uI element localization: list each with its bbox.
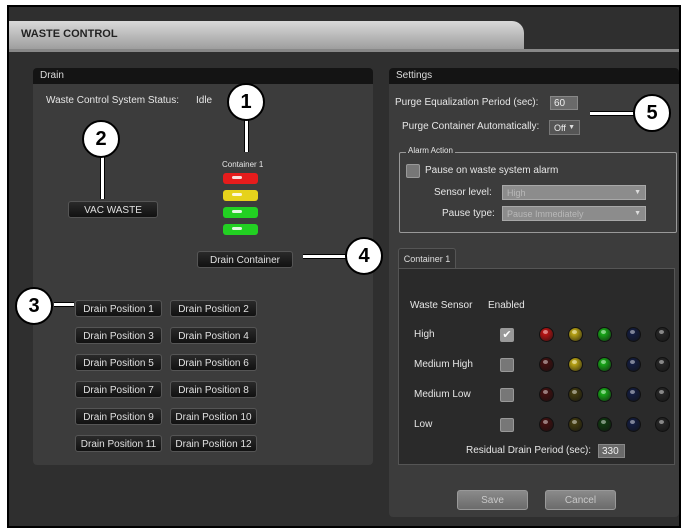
title-tab: WASTE CONTROL [9,21,524,49]
purge-auto-value: Off [554,123,566,133]
settings-panel-header: Settings [389,68,679,84]
callout-2-leader [100,155,105,199]
drain-position-button[interactable]: Drain Position 2 [170,300,257,317]
purge-period-input[interactable]: 60 [550,96,578,110]
drain-position-button[interactable]: Drain Position 6 [170,354,257,371]
sensor-enabled-checkbox[interactable]: ✔ [500,328,514,342]
callout-5: 5 [633,94,671,132]
status-label: Waste Control System Status: [46,95,180,106]
sensor-indicator-dot [655,417,670,432]
pause-type-label: Pause type: [442,208,495,219]
enabled-column-header: Enabled [488,300,525,311]
drain-panel-header: Drain [33,68,373,84]
sensor-indicator-dot [568,357,583,372]
chevron-down-icon: ▼ [634,189,641,196]
drain-position-button[interactable]: Drain Position 9 [75,408,162,425]
sensor-indicator-dot [655,387,670,402]
sensor-indicator-dot [539,387,554,402]
container-level-led [223,173,258,184]
callout-1: 1 [227,83,265,121]
sensor-indicator-dot [597,387,612,402]
sensor-indicator-dot [568,417,583,432]
drain-position-button[interactable]: Drain Position 7 [75,381,162,398]
save-button[interactable]: Save [457,490,528,510]
sensor-name: High [414,329,435,340]
sensor-indicator-dot [655,357,670,372]
drain-position-button[interactable]: Drain Position 4 [170,327,257,344]
sensor-indicator-dot [539,417,554,432]
residual-drain-label: Residual Drain Period (sec): [466,445,592,456]
pause-type-select[interactable]: Pause Immediately ▼ [502,206,646,221]
vac-waste-button[interactable]: VAC WASTE [68,201,158,218]
sensor-enabled-checkbox[interactable] [500,418,514,432]
tab-container-1[interactable]: Container 1 [398,248,456,269]
pause-on-alarm-checkbox[interactable] [406,164,420,178]
purge-auto-label: Purge Container Automatically: [402,121,540,132]
sensor-enabled-checkbox[interactable] [500,388,514,402]
waste-control-window: WASTE CONTROL Drain Waste Control System… [7,5,681,528]
drain-position-button[interactable]: Drain Position 12 [170,435,257,452]
settings-panel: Settings Purge Equalization Period (sec)… [389,68,679,517]
sensor-name: Medium High [414,359,473,370]
callout-2: 2 [82,120,120,158]
drain-container-button[interactable]: Drain Container [197,251,293,268]
drain-position-button[interactable]: Drain Position 11 [75,435,162,452]
sensor-indicator-dot [626,357,641,372]
drain-panel-title: Drain [40,70,64,81]
chevron-down-icon: ▼ [634,210,641,217]
sensor-name: Medium Low [414,389,471,400]
drain-position-button[interactable]: Drain Position 8 [170,381,257,398]
residual-drain-input[interactable]: 330 [598,444,625,458]
container-level-led [223,207,258,218]
container-level-led [223,190,258,201]
pause-type-value: Pause Immediately [507,209,584,219]
drain-position-button[interactable]: Drain Position 1 [75,300,162,317]
settings-panel-title: Settings [396,70,433,81]
sensor-indicator-dot [626,417,641,432]
drain-position-button[interactable]: Drain Position 10 [170,408,257,425]
container-label: Container 1 [222,160,264,169]
window-title: WASTE CONTROL [21,28,118,40]
callout-3: 3 [15,287,53,325]
sensor-name: Low [414,419,433,430]
drain-position-button[interactable]: Drain Position 3 [75,327,162,344]
sensor-indicator-dot [568,327,583,342]
sensor-indicator-dot [539,327,554,342]
sensor-indicator-dot [597,357,612,372]
sensor-indicator-dot [539,357,554,372]
cancel-button[interactable]: Cancel [545,490,616,510]
waste-sensor-column-header: Waste Sensor [410,300,473,311]
purge-period-label: Purge Equalization Period (sec): [395,97,539,108]
container-level-indicator [223,173,259,239]
sensor-indicator-dot [597,417,612,432]
pause-on-alarm-label: Pause on waste system alarm [425,165,559,176]
chevron-down-icon: ▼ [568,124,575,131]
container-level-led [223,224,258,235]
sensor-indicator-dot [626,327,641,342]
purge-auto-select[interactable]: Off ▼ [549,120,580,135]
callout-1-leader [244,120,249,152]
sensor-indicator-dot [597,327,612,342]
sensor-indicator-dot [655,327,670,342]
sensor-indicator-dot [568,387,583,402]
callout-3-leader [54,302,74,307]
title-divider [9,49,679,52]
sensor-level-label: Sensor level: [434,187,492,198]
callout-5-leader [590,111,636,116]
callout-4: 4 [345,237,383,275]
drain-panel: Drain Waste Control System Status: Idle … [33,68,373,465]
status-value: Idle [196,95,213,106]
callout-4-leader [303,254,347,259]
sensor-indicator-dot [626,387,641,402]
sensor-level-select[interactable]: High ▼ [502,185,646,200]
container-tab-panel: Waste Sensor Enabled High ✔ Medium High Med… [398,268,675,465]
sensor-level-value: High [507,188,526,198]
drain-position-button[interactable]: Drain Position 5 [75,354,162,371]
alarm-action-legend: Alarm Action [406,146,455,155]
alarm-action-group: Alarm Action Pause on waste system alarm… [399,146,677,233]
sensor-enabled-checkbox[interactable] [500,358,514,372]
